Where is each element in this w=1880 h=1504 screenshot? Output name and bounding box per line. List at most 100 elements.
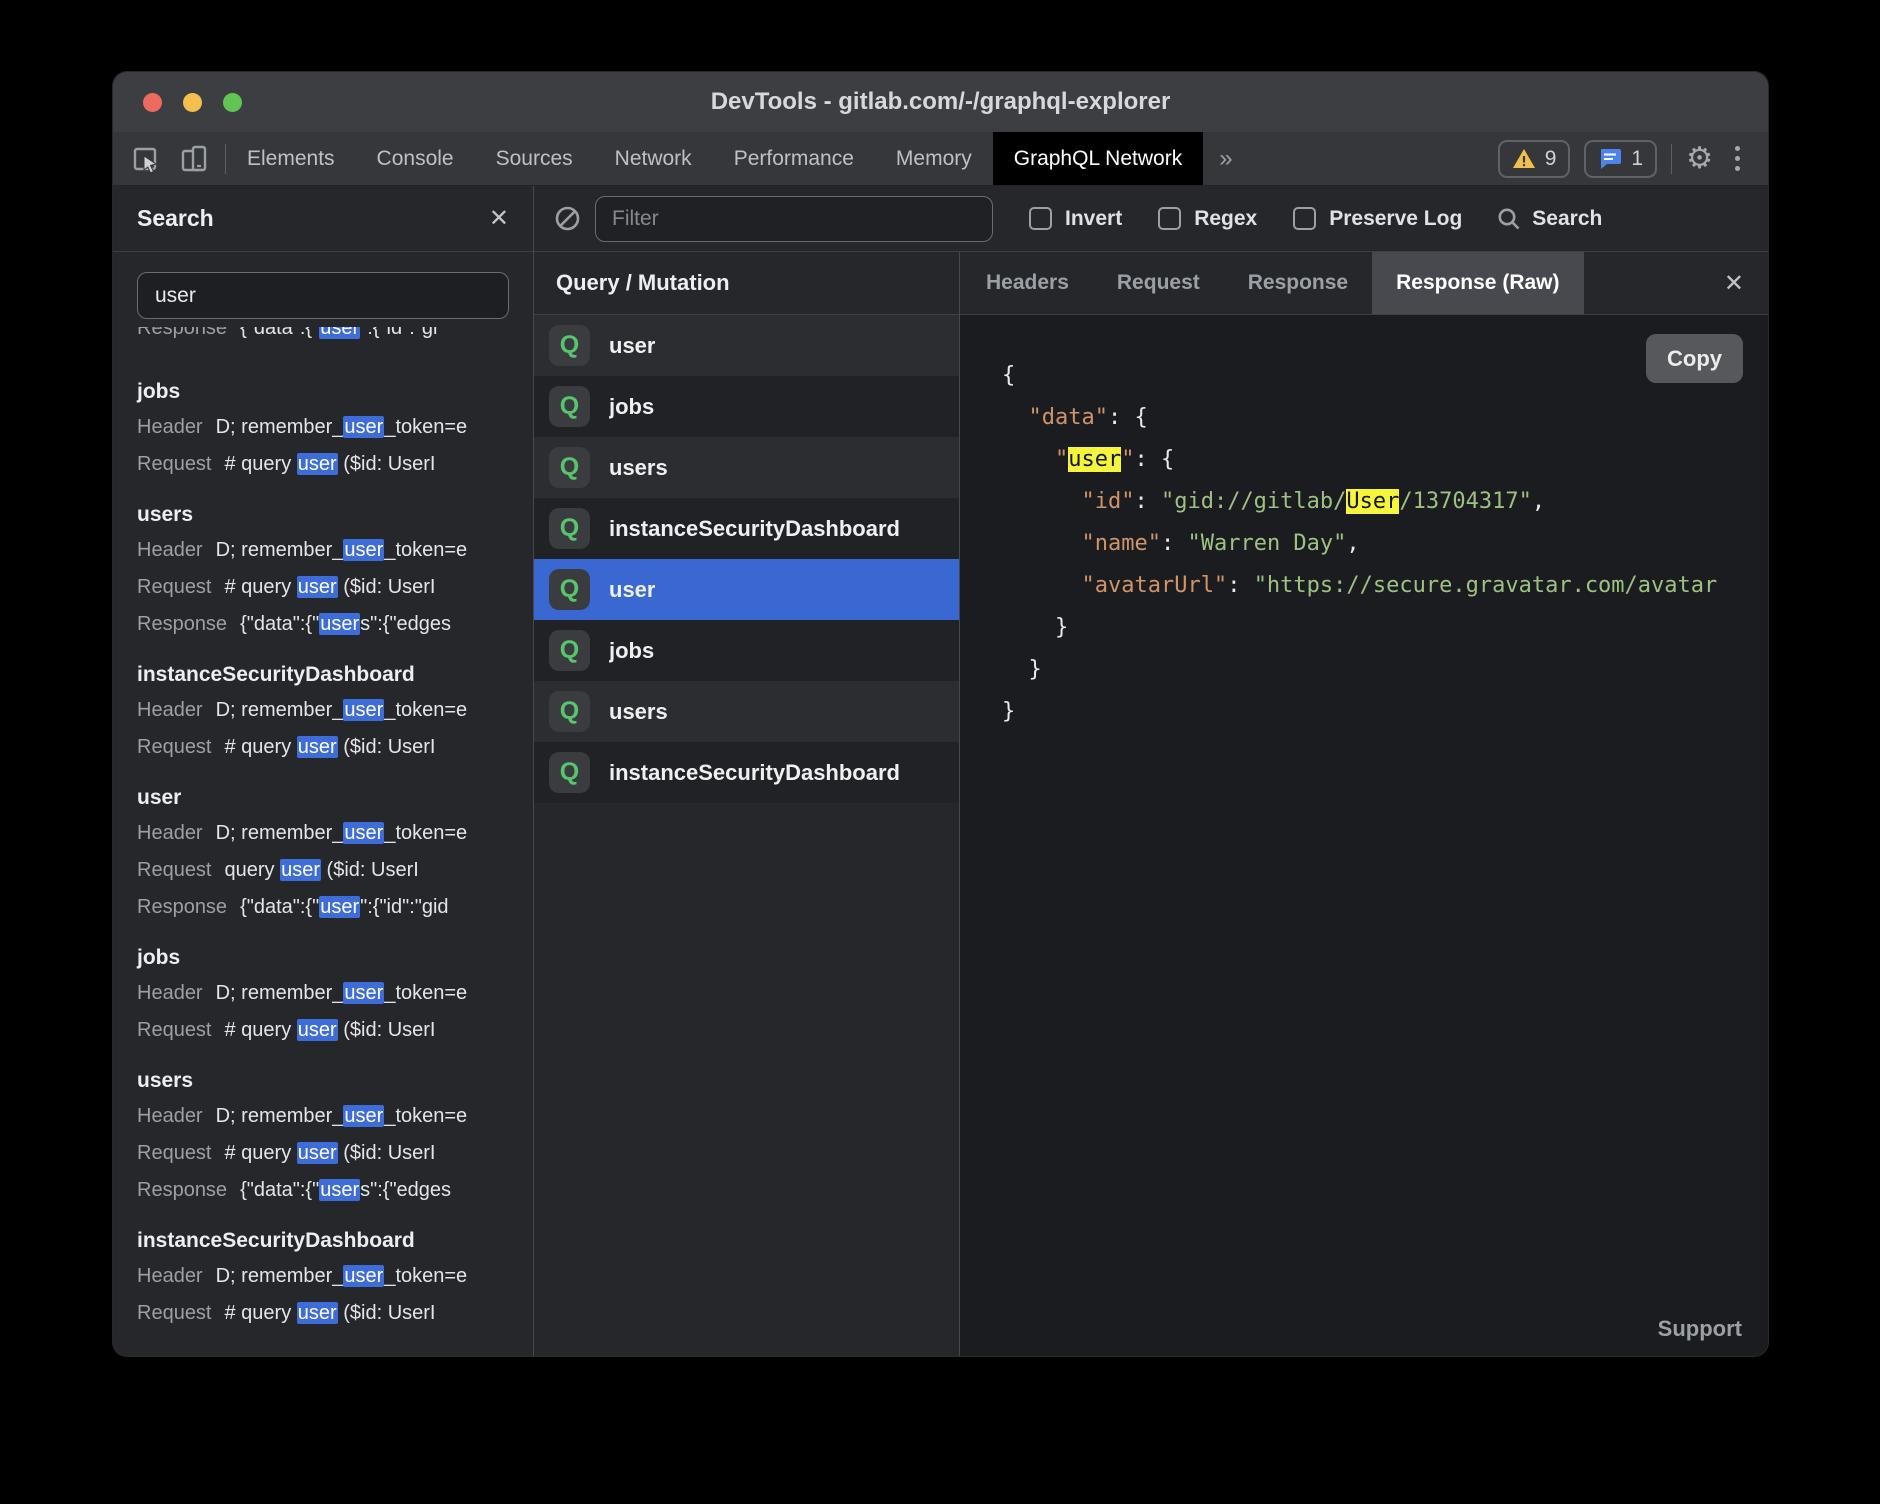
- search-result-row[interactable]: Response{"data":{"users":{"edges: [137, 611, 533, 638]
- search-row-content: query user ($id: UserI: [225, 857, 419, 884]
- json-line: }: [1002, 607, 1768, 649]
- query-list-item[interactable]: Qusers: [534, 681, 959, 742]
- search-result-row[interactable]: Response{"data":{"users":{"edges: [137, 1177, 533, 1204]
- query-list-item[interactable]: QinstanceSecurityDashboard: [534, 742, 959, 803]
- search-result-row[interactable]: HeaderD; remember_user_token=e: [137, 537, 533, 564]
- support-link[interactable]: Support: [1658, 1316, 1742, 1342]
- search-match-highlight: user: [343, 416, 384, 438]
- query-list-item[interactable]: Qusers: [534, 437, 959, 498]
- search-row-content: {"data":{"users":{"edges: [240, 611, 451, 638]
- search-result-row[interactable]: HeaderD; remember_user_token=e: [137, 980, 533, 1007]
- checkbox-box[interactable]: [1158, 207, 1181, 230]
- copy-button[interactable]: Copy: [1646, 334, 1743, 383]
- search-row-content: # query user ($id: UserI: [225, 451, 436, 478]
- search-result-row[interactable]: HeaderD; remember_user_token=e: [137, 414, 533, 441]
- search-match-highlight: user: [319, 327, 360, 339]
- query-name: jobs: [609, 638, 654, 664]
- search-result-row[interactable]: Request# query user ($id: UserI: [137, 1017, 533, 1044]
- search-match-highlight: user: [297, 1019, 338, 1041]
- search-result-section: jobsHeaderD; remember_user_token=eReques…: [137, 380, 533, 478]
- request-details-panel: Headers Request Response Response (Raw) …: [960, 252, 1768, 1356]
- toolbar-search-toggle[interactable]: Search: [1496, 206, 1602, 232]
- search-row-label: Header: [137, 980, 203, 1007]
- query-type-badge: Q: [549, 447, 590, 488]
- issues-badge[interactable]: 1: [1584, 140, 1657, 178]
- search-result-row[interactable]: HeaderD; remember_user_token=e: [137, 1103, 533, 1130]
- query-type-badge: Q: [549, 386, 590, 427]
- preserve-log-checkbox[interactable]: Preserve Log: [1293, 207, 1462, 231]
- search-result-row[interactable]: Request# query user ($id: UserI: [137, 574, 533, 601]
- tab-elements[interactable]: Elements: [226, 132, 356, 185]
- search-row-content: # query user ($id: UserI: [225, 1017, 436, 1044]
- tab-response[interactable]: Response: [1224, 252, 1372, 314]
- search-row-content: {"data":{"user":{"id":"gid: [240, 894, 449, 921]
- search-match-highlight: user: [319, 896, 360, 918]
- search-row-label: Request: [137, 451, 212, 478]
- clear-icon[interactable]: [554, 205, 581, 232]
- filter-input[interactable]: [595, 196, 993, 242]
- tab-memory[interactable]: Memory: [875, 132, 993, 185]
- search-row-content: # query user ($id: UserI: [225, 1300, 436, 1327]
- warnings-badge[interactable]: 9: [1498, 140, 1571, 178]
- query-list-item[interactable]: Qjobs: [534, 376, 959, 437]
- json-line: "data": {: [1002, 397, 1768, 439]
- settings-gear-icon[interactable]: ⚙: [1686, 144, 1713, 174]
- devtools-window: DevTools - gitlab.com/-/graphql-explorer…: [113, 72, 1768, 1356]
- search-row-label: Response: [137, 1177, 227, 1204]
- search-row-content: D; remember_user_token=e: [216, 820, 468, 847]
- close-search-icon[interactable]: ✕: [489, 204, 509, 233]
- search-match-highlight: user: [297, 453, 338, 475]
- tab-sources[interactable]: Sources: [475, 132, 594, 185]
- inspect-element-icon[interactable]: [131, 144, 161, 174]
- regex-checkbox[interactable]: Regex: [1158, 207, 1257, 231]
- checkbox-box[interactable]: [1029, 207, 1052, 230]
- query-type-badge: Q: [549, 569, 590, 610]
- checkbox-box[interactable]: [1293, 207, 1316, 230]
- search-input[interactable]: [137, 272, 509, 319]
- query-list-item[interactable]: Qjobs: [534, 620, 959, 681]
- search-result-row[interactable]: HeaderD; remember_user_token=e: [137, 820, 533, 847]
- tab-headers[interactable]: Headers: [962, 252, 1093, 314]
- search-result-row[interactable]: Request # query user ($id: UserI: [137, 451, 533, 478]
- search-row-label: Request: [137, 734, 212, 761]
- window-title: DevTools - gitlab.com/-/graphql-explorer: [113, 88, 1768, 116]
- query-list-item[interactable]: Quser: [534, 315, 959, 376]
- query-list-item[interactable]: QinstanceSecurityDashboard: [534, 498, 959, 559]
- query-type-badge: Q: [549, 508, 590, 549]
- search-result-row[interactable]: Response{"data":{"user":{"id":"gid: [137, 894, 533, 921]
- search-section-title: jobs: [137, 946, 533, 970]
- kebab-menu-icon[interactable]: [1727, 146, 1748, 171]
- tab-response-raw[interactable]: Response (Raw): [1372, 252, 1583, 314]
- tab-performance[interactable]: Performance: [713, 132, 875, 185]
- query-list-item[interactable]: Quser: [534, 559, 959, 620]
- search-row-label: Response: [137, 327, 227, 342]
- search-result-section: user HeaderD; remember_user_token=e Reques…: [137, 786, 533, 921]
- search-result-row[interactable]: Request# query user ($id: UserI: [137, 734, 533, 761]
- more-tabs-chevron[interactable]: »: [1203, 132, 1248, 185]
- search-panel: Search ✕ Response{"data":{"user":{"id":"…: [113, 186, 534, 1356]
- search-result-row[interactable]: Response{"data":{"user":{"id":"gi: [137, 327, 533, 342]
- invert-checkbox[interactable]: Invert: [1029, 207, 1122, 231]
- tab-network[interactable]: Network: [594, 132, 713, 185]
- search-section-title: users: [137, 1069, 533, 1093]
- close-details-icon[interactable]: ✕: [1724, 269, 1768, 298]
- search-row-content: D; remember_user_token=e: [216, 1263, 468, 1290]
- search-result-row[interactable]: HeaderD; remember_user_token=e: [137, 1263, 533, 1290]
- search-row-label: Request: [137, 574, 212, 601]
- search-section-title: instanceSecurityDashboard: [137, 663, 533, 687]
- query-list: QuserQjobsQusersQinstanceSecurityDashboa…: [534, 315, 959, 1356]
- search-result-row[interactable]: Request# query user ($id: UserI: [137, 1300, 533, 1327]
- tab-console[interactable]: Console: [356, 132, 475, 185]
- query-type-badge: Q: [549, 325, 590, 366]
- search-section-title: users: [137, 503, 533, 527]
- graphql-network-panel: Invert Regex Preserve Log Search: [534, 186, 1768, 1356]
- tab-request[interactable]: Request: [1093, 252, 1224, 314]
- search-result-row[interactable]: HeaderD; remember_user_token=e: [137, 697, 533, 724]
- search-result-row[interactable]: Requestquery user ($id: UserI: [137, 857, 533, 884]
- query-name: user: [609, 577, 655, 603]
- search-match-highlight: user: [343, 539, 384, 561]
- tab-graphql-network[interactable]: GraphQL Network: [993, 132, 1203, 185]
- device-toolbar-icon[interactable]: [179, 144, 209, 174]
- query-name: users: [609, 699, 668, 725]
- search-result-row[interactable]: Request# query user ($id: UserI: [137, 1140, 533, 1167]
